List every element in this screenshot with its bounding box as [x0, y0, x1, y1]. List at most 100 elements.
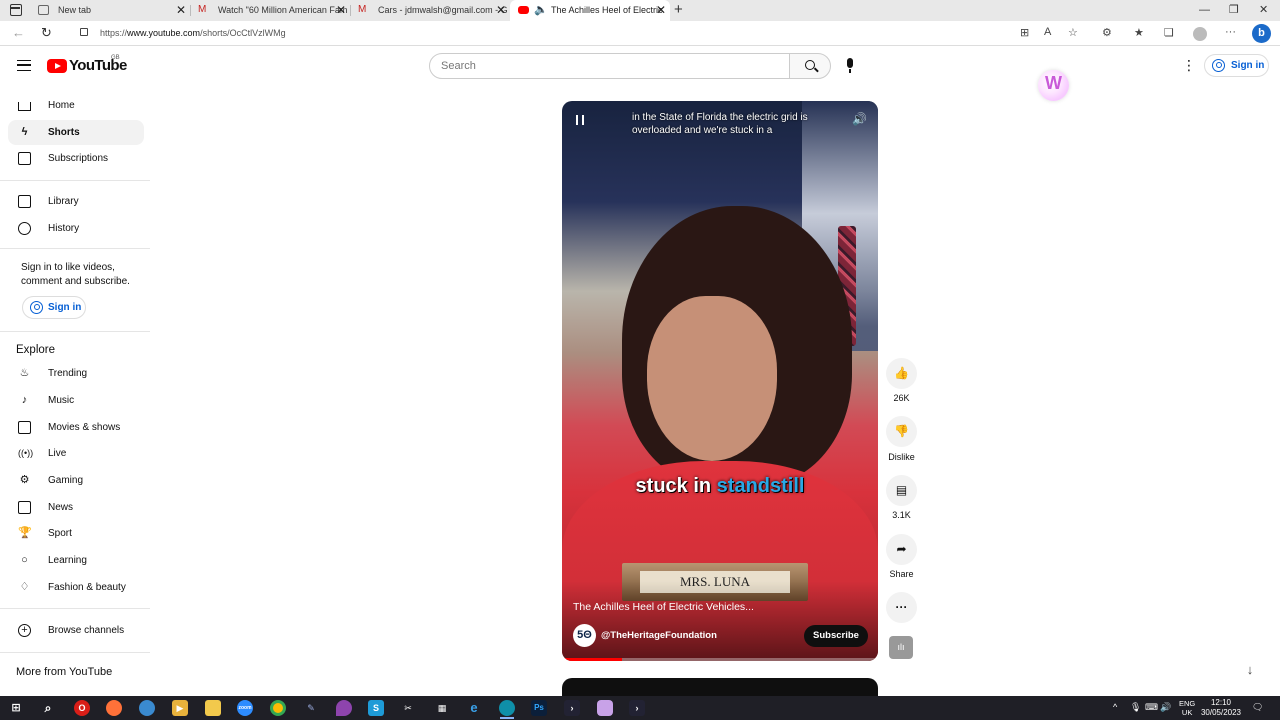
shorts-video-player[interactable]: MRS. LUNA in the State of Florida the el… [562, 101, 878, 661]
pen-app-icon[interactable]: ✎ [303, 700, 319, 716]
internet-explorer-icon[interactable]: e [466, 700, 482, 716]
sidebar-item-trending[interactable]: ♨ Trending [8, 361, 144, 386]
search-taskbar-icon[interactable]: ⌕ [40, 700, 56, 716]
sidebar-item-gaming[interactable]: ⚙ Gaming [8, 468, 144, 493]
app-icon[interactable] [597, 700, 613, 716]
app-available-icon[interactable]: ⊞ [1020, 26, 1029, 39]
network-app-icon[interactable] [139, 700, 155, 716]
next-short-preview[interactable] [562, 678, 878, 698]
sidebar-item-fashion[interactable]: ♢ Fashion & beauty [8, 575, 144, 600]
refresh-icon[interactable]: ↻ [41, 25, 52, 41]
gmail-icon: M [358, 4, 367, 15]
channel-name[interactable]: @TheHeritageFoundation [601, 630, 717, 641]
volume-icon[interactable]: 🔊 [852, 112, 867, 126]
favorite-star-icon[interactable]: ☆ [1068, 26, 1078, 39]
system-clock[interactable]: 12:10 30/05/2023 [1200, 698, 1242, 718]
terminal-app-icon[interactable]: › [564, 700, 580, 716]
read-aloud-icon[interactable]: A [1044, 26, 1051, 38]
tray-expand-icon[interactable]: ^ [1113, 702, 1117, 712]
youtube-logo-icon[interactable] [47, 59, 67, 73]
volume-tray-icon[interactable]: 🔊 [1160, 702, 1171, 713]
video-title[interactable]: The Achilles Heel of Electric Vehicles..… [573, 601, 754, 613]
zoom-icon[interactable]: zoom [237, 700, 253, 716]
url-field[interactable]: https://www.youtube.com/shorts/OcCtlVzlW… [100, 28, 286, 38]
tab-youtube-active[interactable]: 🔈 The Achilles Heel of Electric ✕ [510, 0, 670, 21]
lock-icon[interactable] [80, 28, 88, 36]
notifications-icon[interactable]: 🗨 [1252, 702, 1263, 713]
share-button[interactable]: ➦ [886, 534, 917, 565]
tab-watch-video[interactable]: M Watch "60 Million American Fam ✕ [190, 0, 350, 21]
favorites-icon[interactable]: ★ [1134, 26, 1144, 39]
photoshop-icon[interactable]: Ps [531, 700, 547, 716]
dislike-button[interactable]: 👎 [886, 416, 917, 447]
sidebar-item-history[interactable]: History [8, 216, 144, 241]
region-code: UK [1181, 708, 1193, 717]
sidebar-item-news[interactable]: News [8, 495, 144, 520]
profile-avatar[interactable] [1193, 27, 1207, 41]
media-player-icon[interactable]: ▶ [172, 700, 188, 716]
bing-icon[interactable]: b [1252, 24, 1271, 43]
tab-new-tab[interactable]: New tab ✕ [30, 0, 190, 21]
sidebar-item-sport[interactable]: 🏆 Sport [8, 521, 144, 546]
restore-icon[interactable]: ❐ [1229, 0, 1239, 21]
edge-icon[interactable] [499, 700, 515, 716]
comments-button[interactable]: ▤ [886, 475, 917, 506]
pause-icon[interactable] [576, 115, 584, 125]
sidebar-item-music[interactable]: ♪ Music [8, 388, 144, 413]
extensions-icon[interactable]: ⚙ [1102, 26, 1112, 39]
drop-app-icon[interactable] [336, 700, 352, 716]
new-tab-button[interactable]: + [674, 0, 683, 20]
search-button[interactable] [789, 53, 831, 79]
learning-icon: ○ [21, 554, 28, 566]
channel-avatar[interactable]: 5Θ [573, 624, 596, 647]
menu-icon[interactable] [17, 60, 31, 71]
more-options-icon[interactable]: ··· [1225, 26, 1236, 38]
minimize-icon[interactable]: — [1199, 0, 1210, 21]
microphone-tray-icon[interactable]: 🎙 [1130, 702, 1141, 713]
more-actions-button[interactable]: ··· [886, 592, 917, 623]
tab-gmail-cars[interactable]: M Cars - jdmwalsh@gmail.com - G ✕ [350, 0, 510, 21]
tools-app-icon[interactable]: ✂ [400, 700, 416, 716]
next-video-arrow-icon[interactable]: ↓ [1238, 658, 1262, 682]
subtitle-highlight: standstill [716, 475, 805, 497]
collections-icon[interactable]: ❏ [1164, 26, 1174, 39]
video-top-caption: in the State of Florida the electric gri… [632, 112, 808, 136]
sidebar-item-live[interactable]: ((•)) Live [8, 441, 144, 466]
close-window-icon[interactable]: ✕ [1259, 0, 1268, 21]
opera-icon[interactable]: O [74, 700, 90, 716]
microphone-icon[interactable] [847, 58, 853, 73]
file-explorer-icon[interactable] [205, 700, 221, 716]
video-progress-bar[interactable] [562, 658, 878, 661]
sidebar-item-movies[interactable]: Movies & shows [8, 415, 144, 440]
sidebar-item-shorts[interactable]: ϟ Shorts [8, 120, 144, 145]
close-icon[interactable]: ✕ [176, 0, 186, 21]
tasks-app-icon[interactable]: ▦ [434, 700, 450, 716]
network-tray-icon[interactable]: ⌨ [1145, 702, 1158, 713]
like-button[interactable]: 👍 [886, 358, 917, 389]
terminal-app-2-icon[interactable]: › [629, 700, 645, 716]
firefox-icon[interactable] [106, 700, 122, 716]
sidebar-item-library[interactable]: Library [8, 189, 144, 214]
sidebar-item-home[interactable]: Home [8, 93, 144, 118]
sidebar-item-subscriptions[interactable]: Subscriptions [8, 146, 144, 171]
extension-w-icon[interactable]: W [1038, 70, 1069, 101]
chrome-icon[interactable] [270, 700, 286, 716]
search-icon [805, 60, 815, 70]
settings-menu-icon[interactable]: ⋮ [1182, 58, 1196, 72]
close-icon[interactable]: ✕ [496, 0, 506, 21]
windows-start-icon[interactable]: ⊞ [8, 700, 24, 716]
keyboard-language[interactable]: ENG UK [1179, 699, 1195, 717]
back-icon[interactable]: ← [12, 25, 25, 40]
close-icon[interactable]: ✕ [336, 0, 346, 21]
speaker-icon[interactable]: 🔈 [534, 0, 548, 21]
sidebar-item-browse-channels[interactable]: + Browse channels [8, 618, 144, 643]
sound-source-button[interactable]: ılı [889, 636, 913, 659]
tab-actions-icon[interactable] [10, 4, 22, 16]
header-signin-button[interactable]: Sign in [1204, 54, 1269, 77]
subscribe-button[interactable]: Subscribe [804, 625, 868, 647]
sidebar-item-learning[interactable]: ○ Learning [8, 548, 144, 573]
close-icon[interactable]: ✕ [656, 0, 666, 21]
skype-icon[interactable]: S [368, 700, 384, 716]
sidebar-signin-button[interactable]: Sign in [22, 296, 86, 319]
search-input[interactable] [430, 54, 789, 78]
